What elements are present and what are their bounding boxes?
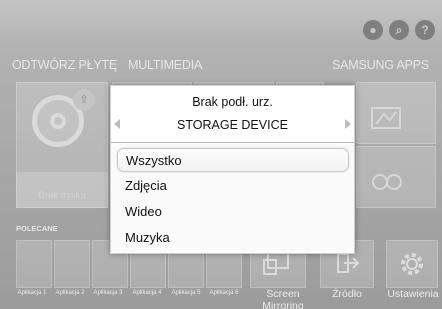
recommended-label: POLECANE bbox=[16, 224, 58, 233]
app-label-6: Aplikacja 6 bbox=[209, 290, 239, 296]
app-tile-2[interactable] bbox=[54, 240, 90, 288]
section-multimedia[interactable]: MULTIMEDIA bbox=[128, 58, 202, 72]
menu-item-photos[interactable]: Zdjęcia bbox=[117, 174, 349, 198]
eject-icon: ⇧ bbox=[73, 89, 95, 111]
storage-device-popup: Brak podł. urz. STORAGE DEVICE Wszystko … bbox=[110, 85, 355, 254]
app-label-2: Aplikacja 2 bbox=[55, 290, 85, 296]
home-screen: ● ⌕ ? ODTWÓRZ PŁYTĘ MULTIMEDIA SAMSUNG A… bbox=[0, 0, 442, 309]
popup-divider bbox=[111, 142, 354, 143]
screen-mirroring-label: Screen Mirroring bbox=[262, 288, 304, 309]
menu-item-music[interactable]: Muzyka bbox=[117, 226, 349, 250]
app-thumbnail-icon-2 bbox=[372, 174, 402, 190]
disc-hole bbox=[50, 113, 66, 129]
popup-subtitle: STORAGE DEVICE bbox=[177, 118, 288, 132]
section-play-disc[interactable]: ODTWÓRZ PŁYTĘ bbox=[12, 58, 117, 72]
section-samsung-apps[interactable]: SAMSUNG APPS bbox=[332, 58, 429, 72]
app-label-5: Aplikacja 5 bbox=[171, 290, 201, 296]
app-label-4: Aplikacja 4 bbox=[132, 290, 162, 296]
help-icon[interactable]: ? bbox=[415, 20, 435, 40]
chevron-left-icon[interactable] bbox=[114, 119, 120, 129]
screen-mirroring-icon bbox=[263, 251, 289, 275]
chevron-right-icon[interactable] bbox=[345, 119, 351, 129]
gear-icon bbox=[401, 253, 423, 275]
user-icon[interactable]: ● bbox=[363, 20, 383, 40]
menu-item-video[interactable]: Wideo bbox=[117, 200, 349, 224]
no-disc-label: Brak dysku bbox=[38, 190, 86, 201]
settings-label: Ustawienia bbox=[387, 288, 439, 300]
menu-item-all[interactable]: Wszystko bbox=[117, 148, 349, 172]
app-tile-1[interactable] bbox=[16, 240, 52, 288]
app-label-1: Aplikacja 1 bbox=[17, 290, 47, 296]
app-label-3: Aplikacja 3 bbox=[93, 290, 123, 296]
source-label: Źródło bbox=[332, 288, 362, 300]
app-thumbnail-icon-1 bbox=[371, 107, 401, 129]
popup-title: Brak podł. urz. bbox=[192, 95, 273, 109]
search-icon[interactable]: ⌕ bbox=[389, 20, 409, 40]
